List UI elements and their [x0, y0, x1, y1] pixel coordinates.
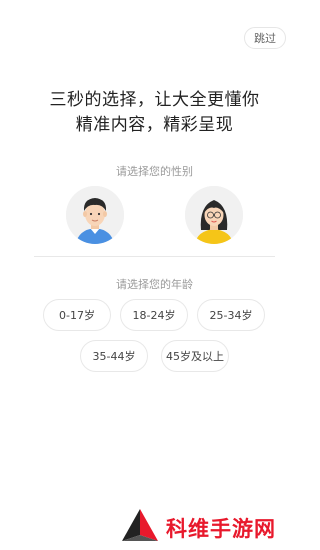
age-option-35-44[interactable]: 35-44岁	[80, 340, 148, 372]
age-option-45-plus[interactable]: 45岁及以上	[161, 340, 229, 372]
gender-section-label: 请选择您的性别	[116, 165, 193, 178]
watermark-logo-icon	[122, 509, 158, 541]
female-avatar-option[interactable]	[185, 186, 243, 244]
skip-button[interactable]: 跳过	[244, 27, 286, 49]
watermark: 科维手游网	[120, 505, 305, 545]
age-option-0-17[interactable]: 0-17岁	[43, 299, 111, 331]
male-avatar-option[interactable]	[66, 186, 124, 244]
age-option-25-34[interactable]: 25-34岁	[197, 299, 265, 331]
headline-line2: 精准内容，精彩呈现	[75, 115, 234, 135]
male-avatar-icon	[66, 186, 124, 244]
section-divider	[34, 256, 275, 257]
headline: 三秒的选择，让大全更懂你 精准内容，精彩呈现	[0, 88, 309, 138]
headline-line1: 三秒的选择，让大全更懂你	[49, 90, 260, 110]
watermark-text: 科维手游网	[166, 517, 276, 541]
female-avatar-icon	[185, 186, 243, 244]
age-section-label: 请选择您的年龄	[116, 278, 193, 291]
age-option-18-24[interactable]: 18-24岁	[120, 299, 188, 331]
